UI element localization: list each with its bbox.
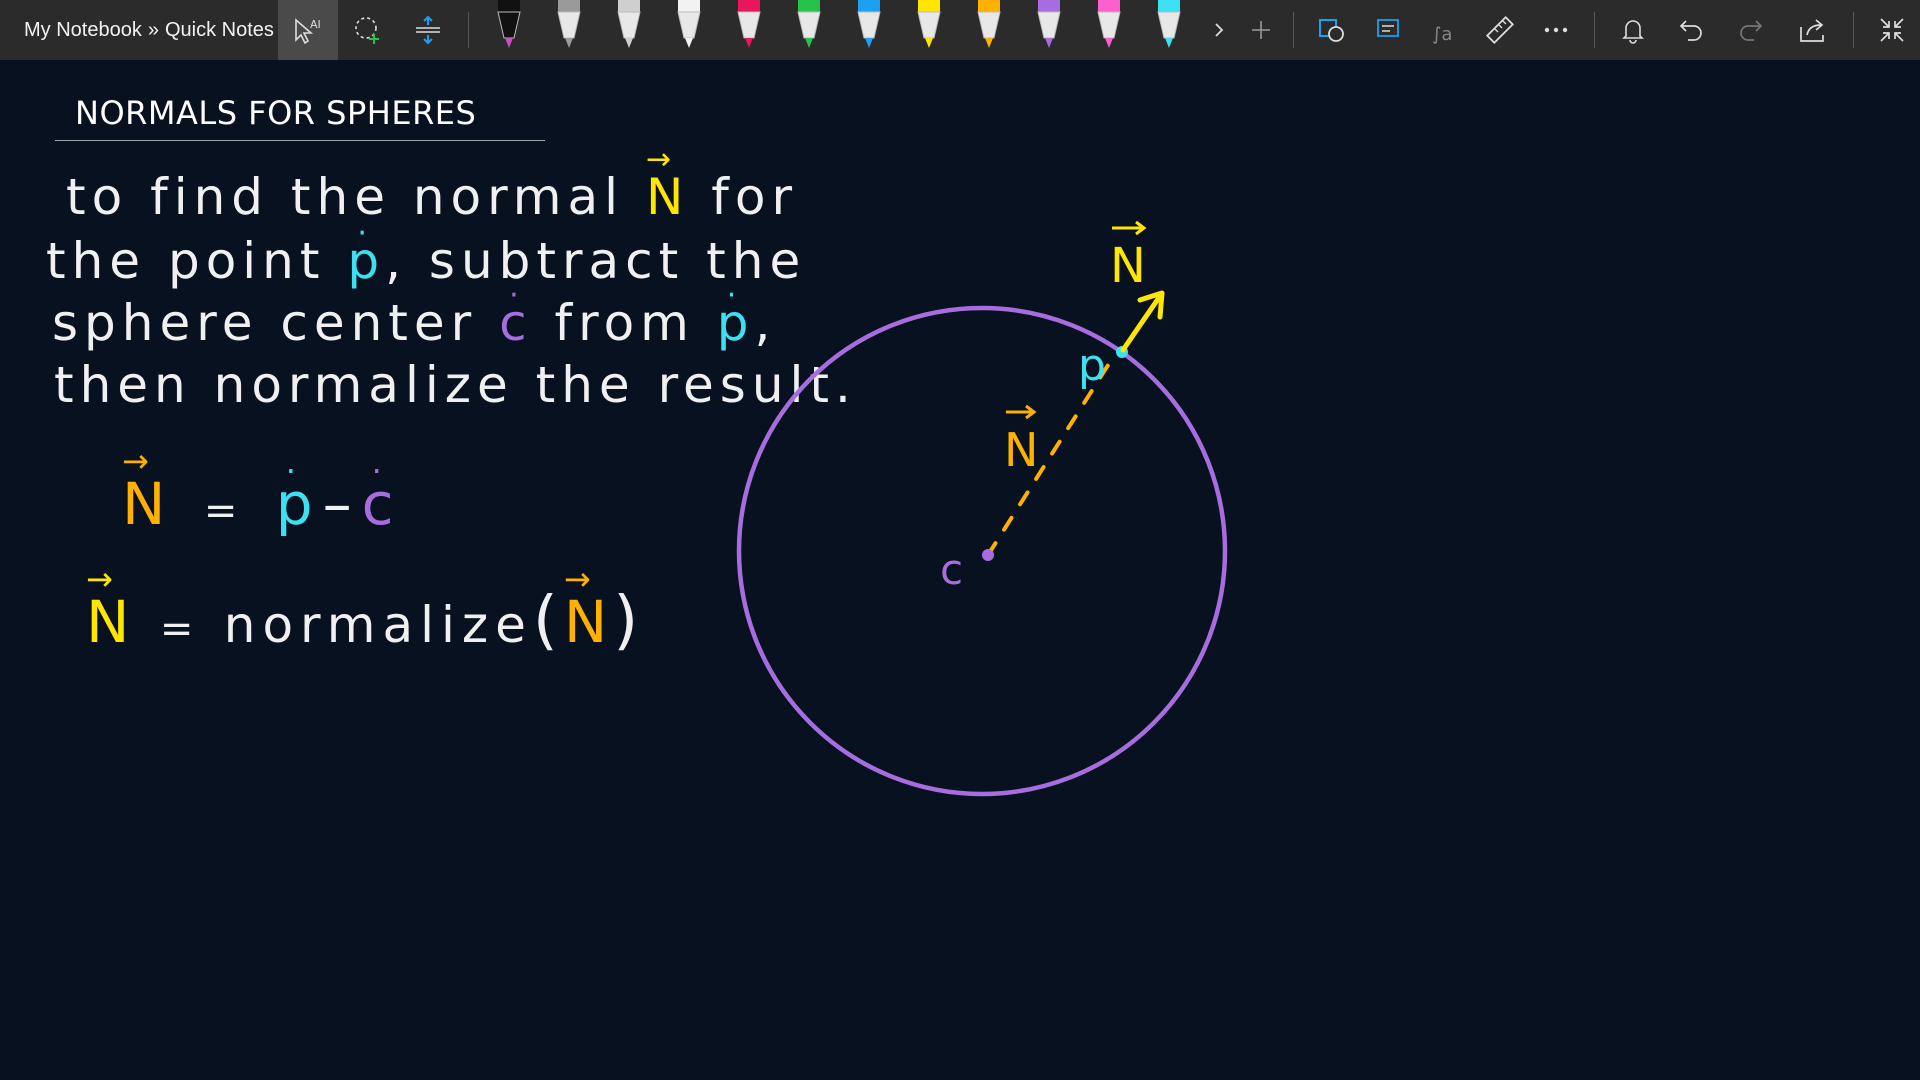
label-inner-N: N bbox=[1004, 423, 1038, 477]
label-c: c bbox=[940, 545, 963, 594]
label-outer-N: N bbox=[1110, 238, 1146, 294]
inner-N-arrow-accent bbox=[1006, 404, 1037, 420]
outer-normal-arrow bbox=[1120, 290, 1165, 353]
outer-N-arrow-accent bbox=[1112, 220, 1147, 236]
center-point-c bbox=[982, 549, 994, 561]
sphere-outline bbox=[736, 305, 1228, 797]
sphere-diagram[interactable]: c p N N bbox=[0, 0, 1920, 1080]
label-p: p bbox=[1078, 340, 1106, 391]
